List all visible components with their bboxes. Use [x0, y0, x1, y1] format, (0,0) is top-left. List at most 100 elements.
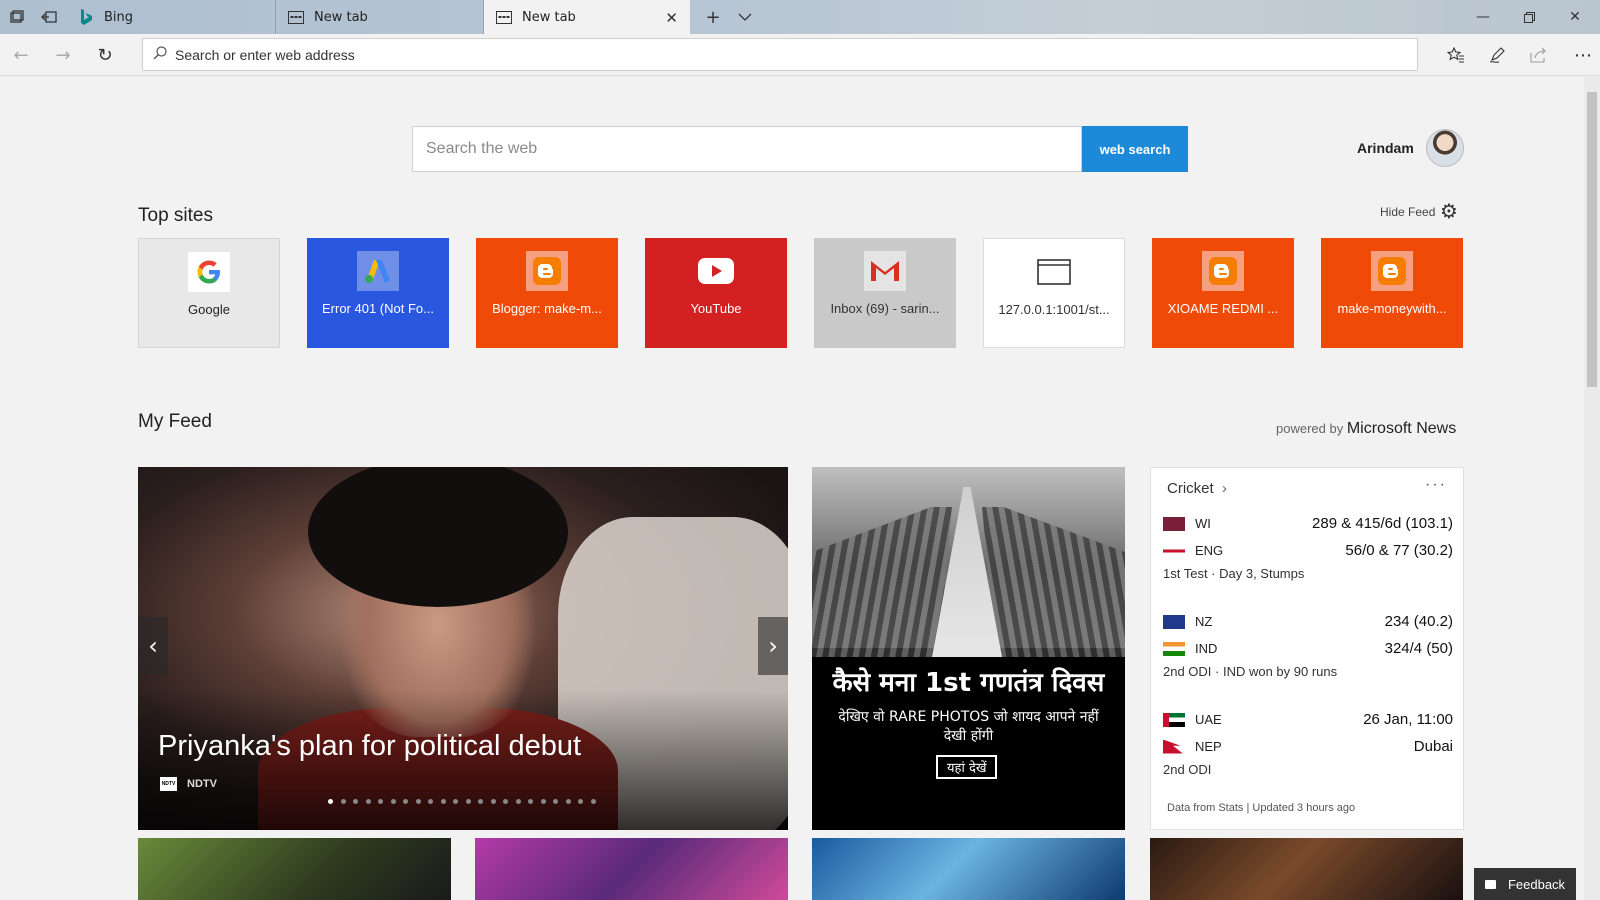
top-site-youtube[interactable]: YouTube	[645, 238, 787, 348]
blogger-icon	[1202, 251, 1244, 291]
carousel-dot[interactable]	[440, 799, 446, 804]
team-name: IND	[1195, 641, 1218, 656]
carousel-dot[interactable]	[565, 799, 571, 804]
feedback-button[interactable]: Feedback	[1474, 868, 1576, 900]
carousel-dot[interactable]	[540, 799, 546, 804]
share-icon[interactable]	[1526, 42, 1552, 68]
feed-card-photo[interactable]	[475, 838, 788, 900]
team-score: 26 Jan, 11:00	[1363, 711, 1453, 728]
team-name: ENG	[1195, 543, 1224, 558]
carousel-dot[interactable]	[515, 799, 521, 804]
address-input[interactable]	[175, 46, 1375, 63]
new-tab-icon	[288, 10, 304, 24]
blogger-icon	[526, 251, 568, 291]
carousel-dot[interactable]	[553, 799, 558, 804]
page-scrollbar[interactable]	[1584, 77, 1600, 900]
feed-card-photo[interactable]	[1150, 838, 1463, 900]
match-status: 1st Test · Day 3, Stumps	[1163, 566, 1305, 581]
chevron-right-icon: ›	[1221, 480, 1227, 497]
team-score: Dubai	[1413, 738, 1453, 755]
back-arrow-icon[interactable]: ←	[8, 42, 34, 68]
web-search-button[interactable]: web search	[1082, 126, 1188, 172]
hero-carousel[interactable]: ‹ › Priyanka's plan for political debut …	[138, 467, 788, 830]
carousel-dot[interactable]	[378, 799, 383, 804]
hide-feed-link[interactable]: Hide Feed	[1380, 205, 1435, 219]
carousel-dot[interactable]	[340, 799, 346, 804]
avatar[interactable]	[1426, 129, 1464, 167]
carousel-dot[interactable]	[415, 799, 421, 804]
carousel-dot[interactable]	[390, 799, 396, 804]
promo-headline: कैसे मना 1st गणतंत्र दिवस	[832, 668, 1105, 698]
west-indies-flag-icon	[1163, 516, 1185, 531]
scrollbar-thumb[interactable]	[1587, 92, 1597, 387]
forward-arrow-icon[interactable]: →	[50, 42, 76, 68]
carousel-dot[interactable]	[465, 799, 471, 804]
web-search-input[interactable]	[412, 126, 1082, 172]
google-icon	[188, 252, 230, 292]
top-site-localhost[interactable]: 127.0.0.1:1001/st...	[983, 238, 1125, 348]
tab-preview-chevron-icon[interactable]	[736, 8, 754, 26]
carousel-dot[interactable]	[328, 799, 333, 804]
feed-card-photo[interactable]	[812, 838, 1125, 900]
youtube-icon	[695, 251, 737, 291]
carousel-dot[interactable]	[528, 799, 533, 804]
carousel-dot[interactable]	[503, 799, 508, 804]
match-status: 2nd ODI · IND won by 90 runs	[1163, 664, 1338, 679]
top-site-label: Error 401 (Not Fo...	[322, 301, 434, 316]
top-site-label: XIOAME REDMI ...	[1167, 301, 1279, 316]
carousel-dot[interactable]	[365, 799, 371, 804]
cricket-match[interactable]: WI 289 & 415/6d (103.1) ENG 56/0 & 77 (3…	[1163, 510, 1453, 581]
top-site-label: Blogger: make-m...	[492, 301, 602, 316]
restore-icon[interactable]	[1506, 0, 1552, 34]
gear-icon[interactable]: ⚙	[1440, 199, 1458, 223]
tab-manager-icon[interactable]	[8, 8, 26, 26]
cricket-footer: Data from Stats | Updated 3 hours ago	[1167, 802, 1356, 814]
carousel-next-icon[interactable]: ›	[758, 617, 788, 675]
hero-source: NDTV NDTV	[160, 777, 217, 791]
carousel-dot[interactable]	[590, 799, 596, 804]
favorites-star-icon[interactable]	[1443, 42, 1469, 68]
feed-card-photo[interactable]	[138, 838, 451, 900]
top-site-blogger-1[interactable]: Blogger: make-m...	[476, 238, 618, 348]
carousel-dot[interactable]	[453, 799, 458, 804]
cricket-match[interactable]: NZ 234 (40.2) IND 324/4 (50) 2nd ODI · I…	[1163, 608, 1453, 679]
minimize-icon[interactable]: —	[1460, 0, 1506, 34]
user-name[interactable]: Arindam	[1357, 140, 1414, 156]
top-site-label: Google	[188, 302, 230, 317]
cricket-header[interactable]: Cricket ›	[1167, 480, 1227, 497]
carousel-dot[interactable]	[490, 799, 496, 804]
top-site-blogger-3[interactable]: make-moneywith...	[1321, 238, 1463, 348]
team-row: NZ 234 (40.2)	[1163, 608, 1453, 635]
new-tab-plus-icon[interactable]: +	[704, 7, 722, 28]
top-site-google[interactable]: Google	[138, 238, 280, 348]
carousel-dot[interactable]	[353, 799, 358, 804]
close-window-icon[interactable]: ✕	[1552, 0, 1598, 34]
republic-day-card[interactable]: कैसे मना 1st गणतंत्र दिवस देखिए वो RARE …	[812, 467, 1125, 830]
carousel-dot[interactable]	[428, 799, 433, 804]
top-site-google-ads[interactable]: Error 401 (Not Fo...	[307, 238, 449, 348]
top-site-blogger-2[interactable]: XIOAME REDMI ...	[1152, 238, 1294, 348]
team-score: 324/4 (50)	[1384, 640, 1453, 657]
hero-headline[interactable]: Priyanka's plan for political debut	[158, 730, 581, 763]
promo-cta-button[interactable]: यहां देखें	[936, 755, 998, 779]
nepal-flag-icon	[1163, 739, 1183, 754]
refresh-icon[interactable]: ↻	[92, 42, 118, 68]
tab-new-tab-1[interactable]: New tab	[276, 0, 484, 34]
more-options-icon[interactable]: ···	[1425, 476, 1447, 494]
team-score: 289 & 415/6d (103.1)	[1312, 515, 1453, 532]
pen-icon[interactable]	[1485, 42, 1511, 68]
tab-bing[interactable]: Bing	[66, 0, 276, 34]
set-aside-tabs-icon[interactable]	[40, 8, 58, 26]
tab-new-tab-active[interactable]: New tab ✕	[484, 0, 690, 34]
powered-brand[interactable]: Microsoft News	[1347, 420, 1456, 437]
more-options-icon[interactable]: ⋯	[1570, 42, 1596, 68]
team-row: WI 289 & 415/6d (103.1)	[1163, 510, 1453, 537]
carousel-dot[interactable]	[578, 799, 583, 804]
carousel-dot[interactable]	[403, 799, 408, 804]
close-tab-icon[interactable]: ✕	[665, 9, 678, 27]
top-site-gmail[interactable]: Inbox (69) - sarin...	[814, 238, 956, 348]
address-bar[interactable]	[142, 38, 1418, 71]
carousel-prev-icon[interactable]: ‹	[138, 617, 168, 675]
cricket-match[interactable]: UAE 26 Jan, 11:00 NEP Dubai 2nd ODI	[1163, 706, 1453, 777]
carousel-dot[interactable]	[478, 799, 483, 804]
